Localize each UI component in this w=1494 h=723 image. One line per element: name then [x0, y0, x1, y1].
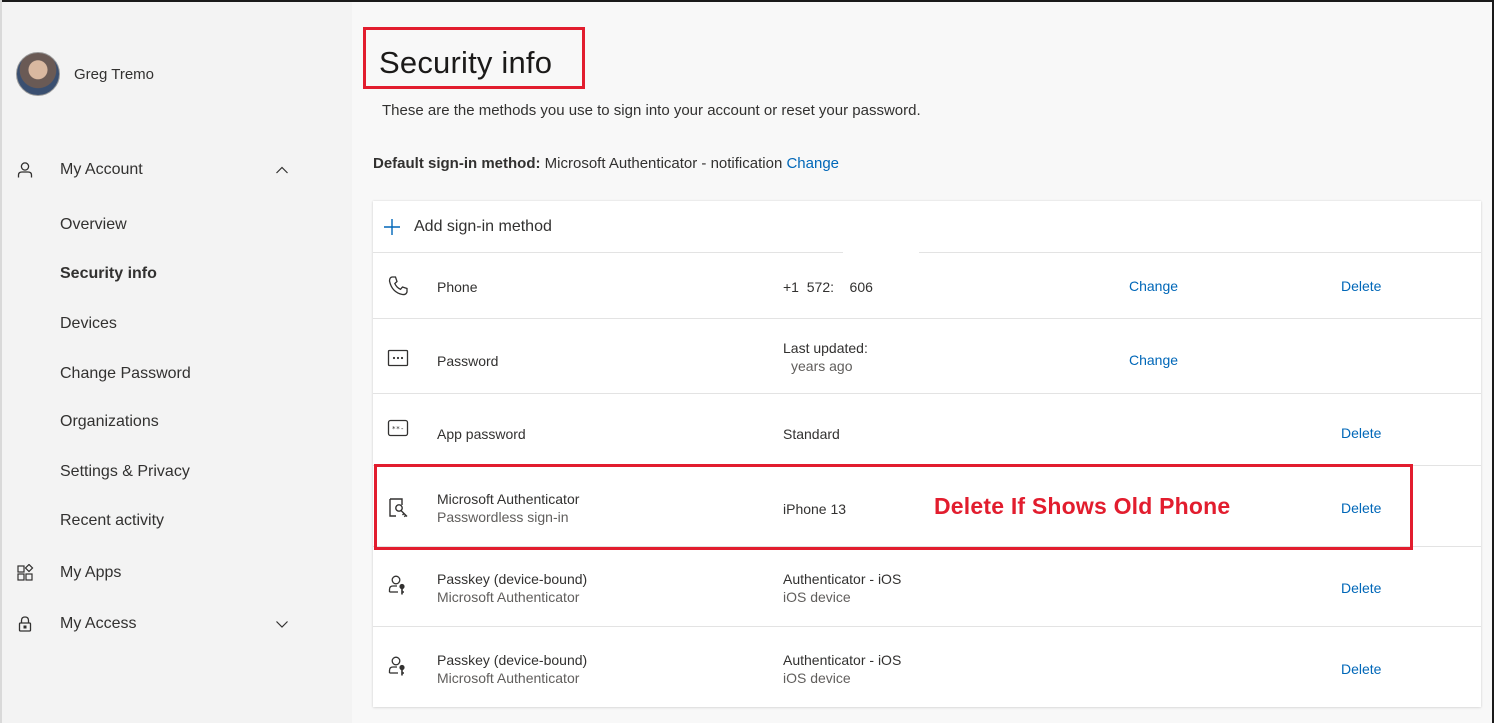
sidebar-group-my-access[interactable]: My Access	[2, 606, 352, 642]
annotation-text: Delete If Shows Old Phone	[934, 493, 1231, 519]
password-icon	[387, 349, 409, 367]
method-row-passkey: Passkey (device-bound) Microsoft Authent…	[373, 626, 1481, 707]
method-name: Phone	[437, 279, 478, 295]
method-name-block: Passkey (device-bound) Microsoft Authent…	[437, 651, 587, 687]
method-name-block: Passkey (device-bound) Microsoft Authent…	[437, 570, 587, 606]
method-row-passkey: Passkey (device-bound) Microsoft Authent…	[373, 546, 1481, 626]
sidebar-item-security-info[interactable]: Security info	[60, 265, 157, 283]
method-detail: Standard	[783, 426, 840, 442]
chevron-up-icon[interactable]	[274, 162, 290, 178]
main-content: Security info These are the methods you …	[352, 2, 1492, 723]
sidebar-item-recent-activity[interactable]: Recent activity	[60, 512, 164, 530]
sidebar-item-organizations[interactable]: Organizations	[60, 413, 159, 431]
method-detail-line1: Authenticator - iOS	[783, 571, 902, 587]
sign-in-methods-card: Add sign-in method Phone +1 572: 606 Cha…	[373, 201, 1481, 707]
phone-icon	[388, 276, 408, 296]
sidebar-group-label: My Apps	[60, 564, 122, 581]
page-title: Security info	[379, 45, 553, 80]
method-detail-line2: iOS device	[783, 589, 851, 605]
sidebar-item-overview[interactable]: Overview	[60, 216, 127, 234]
change-phone-link[interactable]: Change	[1129, 278, 1178, 294]
authenticator-highlight-box	[374, 464, 1413, 550]
change-password-link[interactable]: Change	[1129, 352, 1178, 368]
delete-passkey-link[interactable]: Delete	[1341, 661, 1381, 677]
method-detail: Last updated: years ago	[783, 339, 868, 375]
method-name: Passkey (device-bound)	[437, 571, 588, 587]
avatar[interactable]	[16, 52, 60, 96]
delete-app-password-link[interactable]: Delete	[1341, 425, 1381, 441]
user-profile[interactable]: Greg Tremo	[16, 52, 154, 96]
method-detail-line1: Authenticator - iOS	[783, 652, 902, 668]
chevron-down-icon[interactable]	[274, 616, 290, 632]
method-row-phone: Phone +1 572: 606 Change Delete	[373, 252, 1481, 318]
method-detail: Authenticator - iOS iOS device	[783, 651, 901, 687]
method-name: App password	[437, 426, 526, 442]
plus-icon	[384, 219, 400, 235]
method-name: Passkey (device-bound)	[437, 652, 588, 668]
person-icon	[17, 162, 33, 178]
divider-gap	[843, 248, 919, 256]
sidebar: Greg Tremo My Account Overview Security …	[2, 2, 352, 723]
method-detail-line1: Last updated:	[783, 340, 868, 356]
user-name: Greg Tremo	[74, 65, 155, 83]
default-method-label: Default sign-in method:	[373, 155, 541, 172]
method-detail: +1 572: 606	[783, 279, 873, 295]
method-sub: Microsoft Authenticator	[437, 670, 580, 686]
method-detail: Authenticator - iOS iOS device	[783, 570, 901, 606]
lock-icon	[18, 616, 32, 632]
delete-phone-link[interactable]: Delete	[1341, 278, 1381, 294]
add-sign-in-method-button[interactable]: Add sign-in method	[373, 201, 1481, 252]
sidebar-group-my-apps[interactable]: My Apps	[2, 555, 352, 591]
delete-passkey-link[interactable]: Delete	[1341, 580, 1381, 596]
sidebar-group-my-account[interactable]: My Account	[2, 152, 352, 188]
sidebar-group-label: My Account	[60, 161, 143, 178]
sidebar-item-change-password[interactable]: Change Password	[60, 365, 191, 383]
method-row-app-password: **- App password Standard Delete	[373, 393, 1481, 465]
change-default-method-link[interactable]: Change	[786, 155, 839, 172]
app-password-icon: **-	[387, 419, 409, 437]
default-method-value: Microsoft Authenticator - notification	[544, 155, 783, 172]
method-row-password: Password Last updated: years ago Change	[373, 318, 1481, 393]
passkey-icon	[388, 656, 405, 676]
apps-icon	[17, 564, 34, 581]
sidebar-item-devices[interactable]: Devices	[60, 315, 117, 333]
page-subtitle: These are the methods you use to sign in…	[382, 102, 921, 119]
method-sub: Microsoft Authenticator	[437, 589, 580, 605]
svg-text:**-: **-	[392, 425, 405, 433]
sidebar-item-settings-privacy[interactable]: Settings & Privacy	[60, 463, 190, 481]
passkey-icon	[388, 575, 405, 595]
method-name: Password	[437, 353, 499, 369]
method-detail-line2: iOS device	[783, 670, 851, 686]
add-sign-in-method-label: Add sign-in method	[414, 218, 552, 235]
sidebar-group-label: My Access	[60, 615, 137, 632]
method-detail-line2: years ago	[791, 358, 853, 374]
default-sign-in-method: Default sign-in method: Microsoft Authen…	[373, 155, 839, 172]
